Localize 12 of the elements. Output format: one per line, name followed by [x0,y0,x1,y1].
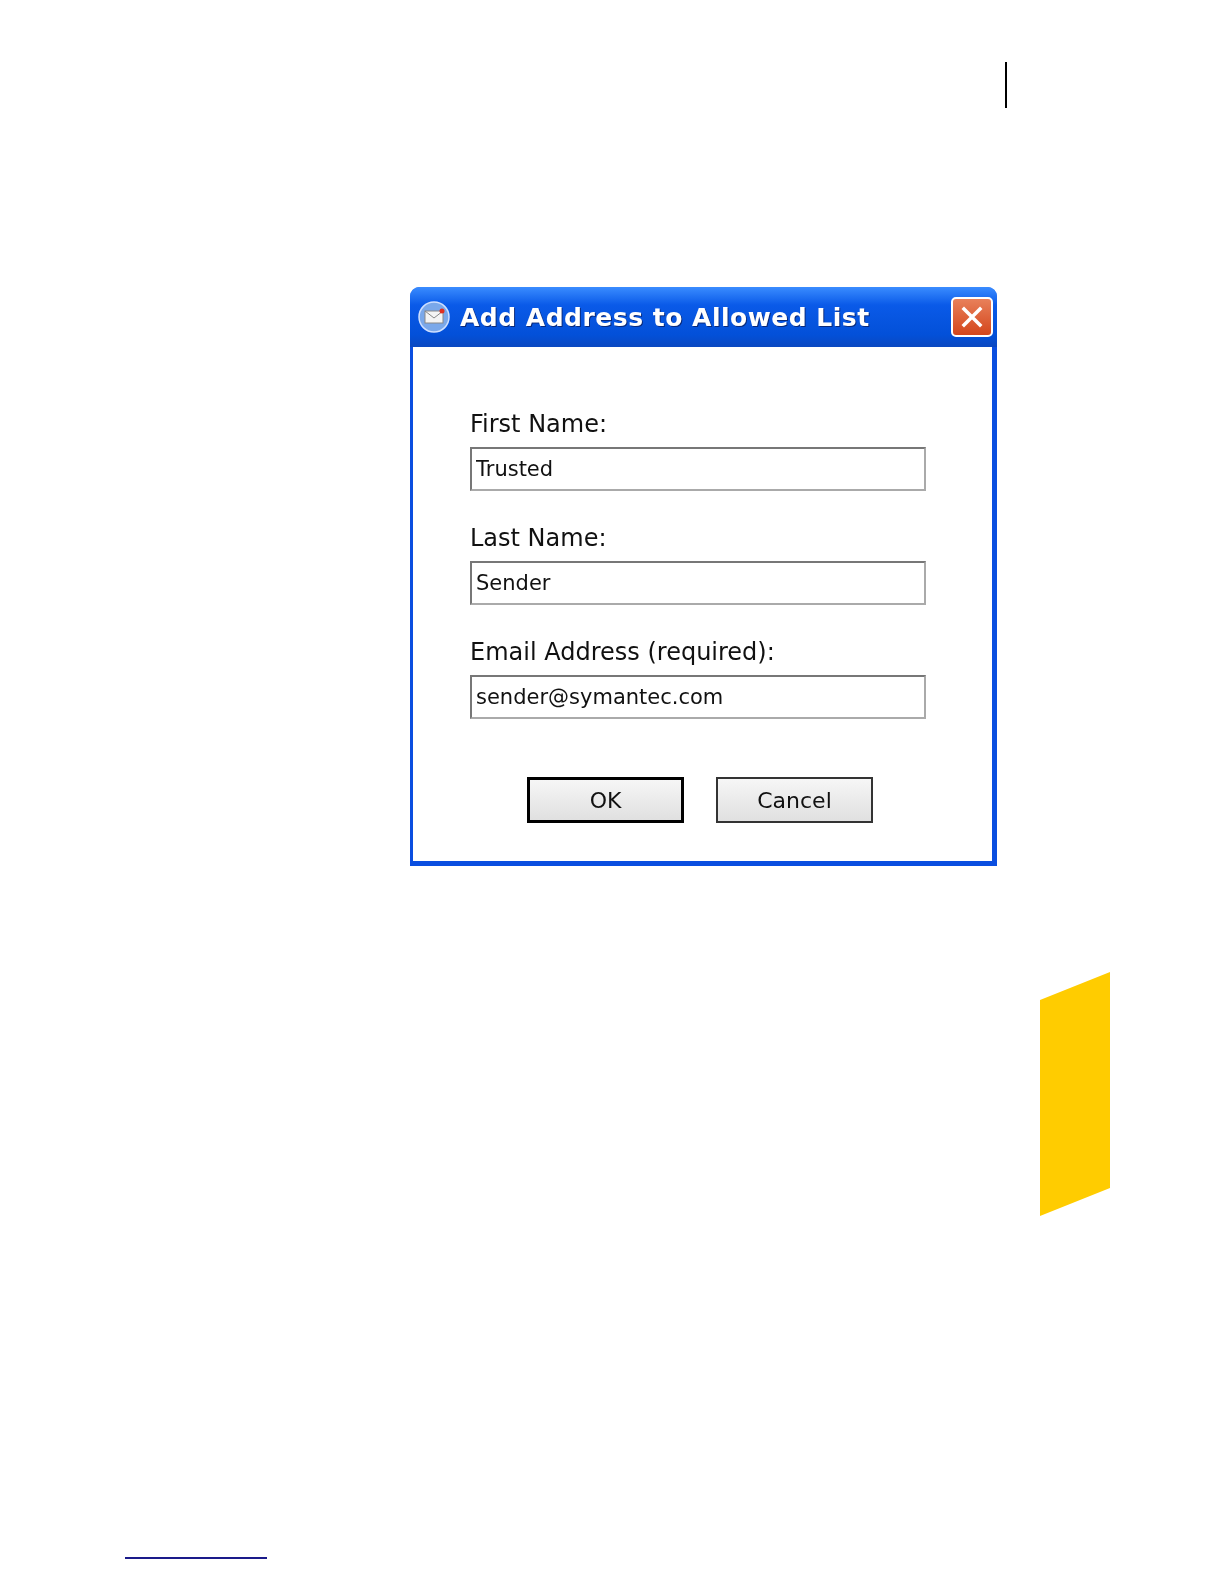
field-label: Last Name: [470,523,608,553]
ok-button[interactable]: OK [527,777,684,823]
envelope-icon [418,301,450,333]
cancel-button[interactable]: Cancel [716,777,873,823]
field-label: First Name: [470,409,609,439]
close-button[interactable] [951,297,993,337]
close-icon [960,305,984,329]
input-field[interactable]: Trusted [470,447,926,491]
input-field[interactable]: Sender [470,561,926,605]
window-title: Add Address to Allowed List [460,302,871,332]
field-label: Email Address (required): [470,637,776,667]
input-field[interactable]: sender@symantec.com [470,675,926,719]
